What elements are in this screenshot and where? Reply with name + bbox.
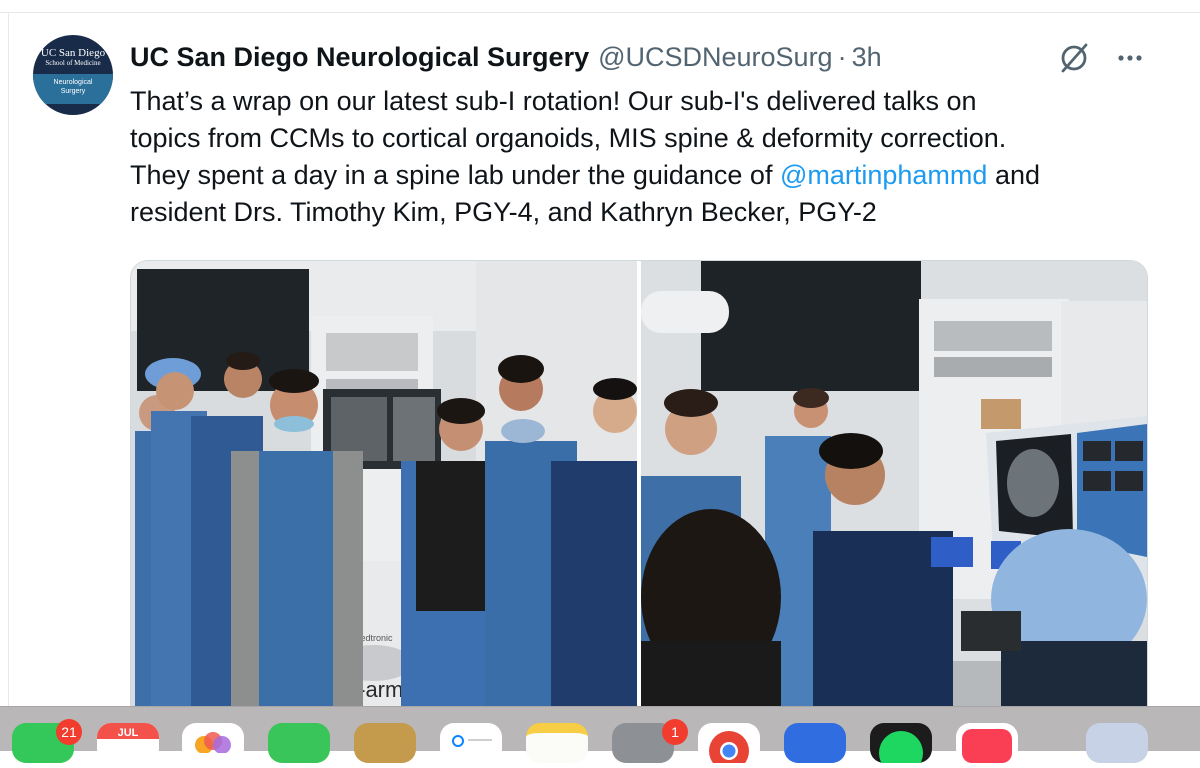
grok-icon[interactable] <box>1056 40 1092 76</box>
facetime-icon[interactable] <box>268 723 330 763</box>
photo-right-image <box>641 261 1147 731</box>
tweet-text-line: topics from CCMs to cortical organoids, … <box>130 123 1007 153</box>
dock: 21 JUL 1 <box>0 706 1200 768</box>
tweet-timestamp[interactable]: 3h <box>852 42 882 73</box>
tweet-media[interactable]: O-arm Medtronic <box>130 260 1148 732</box>
photos-icon[interactable] <box>182 723 244 763</box>
photo-right[interactable] <box>641 261 1147 731</box>
more-icon[interactable] <box>1112 40 1148 76</box>
chrome-icon[interactable] <box>698 723 760 768</box>
reminder-line <box>468 739 492 741</box>
notes-icon[interactable] <box>526 723 588 763</box>
finder-icon[interactable] <box>354 723 416 763</box>
photo-left-image: O-arm Medtronic <box>131 261 637 731</box>
mention-link[interactable]: @martinphammd <box>780 160 987 190</box>
author-handle[interactable]: @UCSDNeuroSurg <box>598 42 832 73</box>
avatar[interactable]: UC San Diego School of Medicine Neurolog… <box>33 35 113 115</box>
person <box>641 509 781 731</box>
avatar-title: UC San Diego <box>40 46 106 59</box>
avatar-subtitle: School of Medicine <box>45 58 101 67</box>
calendar-icon[interactable]: JUL <box>97 723 159 763</box>
spotify-logo <box>879 731 923 768</box>
settings-badge: 1 <box>662 719 688 745</box>
avatar-band-line1: Neurological <box>53 78 93 86</box>
tweet-text-line: That’s a wrap on our latest sub-I rotati… <box>130 86 977 116</box>
reminder-dot <box>452 735 464 747</box>
tweet-text-segment: and <box>987 160 1040 190</box>
news-logo <box>962 729 1012 763</box>
spotify-icon[interactable] <box>870 723 932 768</box>
timeline-left-border <box>0 12 9 706</box>
avatar-band: Neurological Surgery <box>33 73 113 104</box>
timeline-top-border <box>0 0 1200 13</box>
chrome-logo <box>709 731 749 768</box>
messages-badge: 21 <box>56 719 82 745</box>
tweet-text-line: resident Drs. Timothy Kim, PGY-4, and Ka… <box>130 197 877 227</box>
tweet-text-line: They spent a day in a spine lab under th… <box>130 157 1170 194</box>
news-icon[interactable] <box>956 723 1018 763</box>
tweet-text: That’s a wrap on our latest sub-I rotati… <box>130 83 1170 231</box>
tweet-text-segment: They spent a day in a spine lab under th… <box>130 160 780 190</box>
photo-left[interactable]: O-arm Medtronic <box>131 261 637 731</box>
preview-icon[interactable] <box>1086 723 1148 763</box>
separator-dot: · <box>837 41 847 72</box>
reminders-icon[interactable] <box>440 723 502 763</box>
author-name[interactable]: UC San Diego Neurological Surgery <box>130 42 589 73</box>
avatar-band-line2: Surgery <box>60 87 86 95</box>
photos-petals <box>195 732 231 754</box>
tweet-header: UC San Diego Neurological Surgery @UCSDN… <box>130 40 882 74</box>
calendar-month: JUL <box>97 723 159 739</box>
blue-app-icon[interactable] <box>784 723 846 763</box>
